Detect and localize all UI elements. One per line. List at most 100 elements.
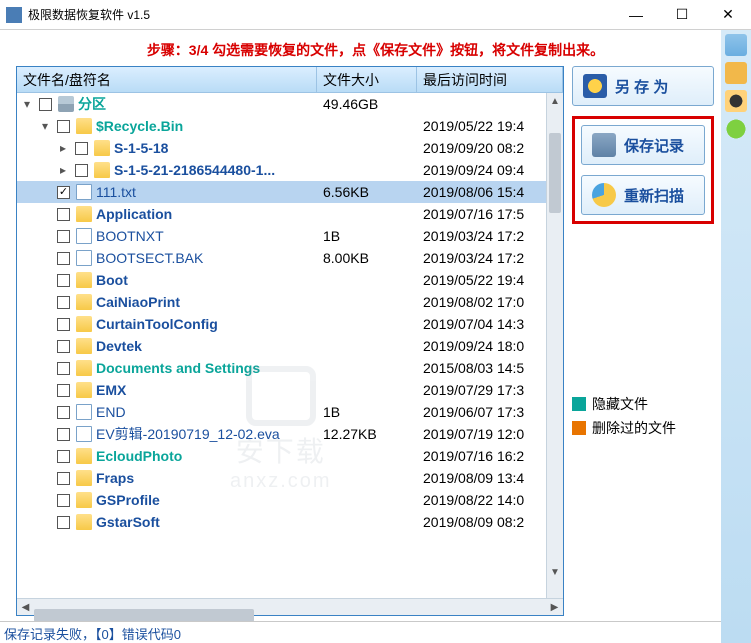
scroll-down-arrow[interactable]: ▼ xyxy=(547,564,563,581)
checkbox[interactable] xyxy=(57,230,70,243)
table-row[interactable]: Boot 2019/05/22 19:4 xyxy=(17,269,563,291)
table-row[interactable]: Fraps2019/08/09 13:4 xyxy=(17,467,563,489)
save-as-label: 另 存 为 xyxy=(615,76,668,97)
table-row[interactable]: Documents and Settings2015/08/03 14:5 xyxy=(17,357,563,379)
checkbox[interactable] xyxy=(75,164,88,177)
checkbox[interactable] xyxy=(57,406,70,419)
table-row[interactable]: BOOTSECT.BAK8.00KB2019/03/24 17:2 xyxy=(17,247,563,269)
folder-icon xyxy=(76,338,92,354)
scroll-thumb[interactable] xyxy=(549,133,561,213)
expander-icon[interactable]: ▸ xyxy=(57,142,69,154)
file-name: S-1-5-18 xyxy=(114,140,168,156)
checkbox[interactable] xyxy=(57,120,70,133)
file-date: 2019/08/09 13:4 xyxy=(417,470,563,486)
checkbox[interactable] xyxy=(57,384,70,397)
checkbox[interactable] xyxy=(57,274,70,287)
expander-icon[interactable]: ▸ xyxy=(57,164,69,176)
file-name: CaiNiaoPrint xyxy=(96,294,180,310)
table-row[interactable]: GstarSoft2019/08/09 08:2 xyxy=(17,511,563,533)
file-date: 2019/08/06 15:4 xyxy=(417,184,563,200)
checkbox[interactable] xyxy=(57,340,70,353)
horizontal-scrollbar[interactable]: ◀ ▶ xyxy=(17,598,563,615)
column-date[interactable]: 最后访问时间 xyxy=(417,67,563,92)
checkbox[interactable] xyxy=(57,472,70,485)
table-row[interactable]: ▸ S-1-5-18 2019/09/20 08:2 xyxy=(17,137,563,159)
scroll-left-arrow[interactable]: ◀ xyxy=(17,602,34,613)
legend-deleted: 删除过的文件 xyxy=(572,418,714,438)
window-buttons: — ☐ ✕ xyxy=(613,0,751,30)
folder-icon xyxy=(76,206,92,222)
table-row[interactable]: ▸S-1-5-21-2186544480-1...2019/09/24 09:4 xyxy=(17,159,563,181)
table-row[interactable]: CaiNiaoPrint2019/08/02 17:0 xyxy=(17,291,563,313)
save-record-button[interactable]: 保存记录 xyxy=(581,125,705,165)
save-as-button[interactable]: 另 存 为 xyxy=(572,66,714,106)
file-date: 2019/03/24 17:2 xyxy=(417,250,563,266)
checkbox[interactable] xyxy=(57,252,70,265)
table-row[interactable]: EMX2019/07/29 17:3 xyxy=(17,379,563,401)
checkbox[interactable] xyxy=(57,428,70,441)
file-name: Boot xyxy=(96,272,128,288)
scroll-right-arrow[interactable]: ▶ xyxy=(546,602,563,613)
checkbox[interactable] xyxy=(57,362,70,375)
checkbox[interactable] xyxy=(57,494,70,507)
folder-icon xyxy=(76,514,92,530)
save-record-label: 保存记录 xyxy=(624,135,684,156)
file-size: 12.27KB xyxy=(317,426,417,442)
legend-hidden: 隐藏文件 xyxy=(572,394,714,414)
file-name: Devtek xyxy=(96,338,142,354)
table-row[interactable]: 111.txt6.56KB2019/08/06 15:4 xyxy=(17,181,563,203)
checkbox[interactable] xyxy=(57,186,70,199)
checkbox[interactable] xyxy=(75,142,88,155)
folder-icon xyxy=(76,492,92,508)
table-row[interactable]: CurtainToolConfig2019/07/04 14:3 xyxy=(17,313,563,335)
file-list-pane: 文件名/盘符名 文件大小 最后访问时间 ▾ 分区 49.46GB ▾$Recycle.… xyxy=(16,66,564,616)
file-date: 2019/09/20 08:2 xyxy=(417,140,563,156)
table-row[interactable]: EV剪辑-20190719_12-02.eva12.27KB2019/07/19… xyxy=(17,423,563,445)
checkbox[interactable] xyxy=(57,318,70,331)
maximize-button[interactable]: ☐ xyxy=(659,0,705,30)
expander-icon[interactable]: ▾ xyxy=(21,98,33,110)
checkbox[interactable] xyxy=(39,98,52,111)
table-row[interactable]: BOOTNXT1B2019/03/24 17:2 xyxy=(17,225,563,247)
column-name[interactable]: 文件名/盘符名 xyxy=(17,67,317,92)
file-name: GSProfile xyxy=(96,492,160,508)
file-icon xyxy=(76,184,92,200)
folder-icon xyxy=(76,294,92,310)
side-icon-1[interactable] xyxy=(725,34,747,56)
file-icon xyxy=(76,250,92,266)
file-date: 2019/05/22 19:4 xyxy=(417,272,563,288)
checkbox[interactable] xyxy=(57,450,70,463)
file-date: 2019/07/19 12:0 xyxy=(417,426,563,442)
file-name: END xyxy=(96,404,126,420)
table-row[interactable]: ▾ 分区 49.46GB xyxy=(17,93,563,115)
file-name: 分区 xyxy=(78,94,106,114)
column-size[interactable]: 文件大小 xyxy=(317,67,417,92)
rescan-icon xyxy=(592,183,616,207)
file-name: EMX xyxy=(96,382,126,398)
file-tree[interactable]: ▾分区49.46GB▾$Recycle.Bin2019/05/22 19:4▸S… xyxy=(17,93,563,598)
table-row[interactable]: ▾$Recycle.Bin2019/05/22 19:4 xyxy=(17,115,563,137)
table-row[interactable]: EcloudPhoto2019/07/16 16:2 xyxy=(17,445,563,467)
file-size: 49.46GB xyxy=(317,96,417,112)
minimize-button[interactable]: — xyxy=(613,0,659,30)
file-date: 2019/09/24 18:0 xyxy=(417,338,563,354)
rescan-button[interactable]: 重新扫描 xyxy=(581,175,705,215)
table-row[interactable]: Devtek 2019/09/24 18:0 xyxy=(17,335,563,357)
checkbox[interactable] xyxy=(57,296,70,309)
expander-icon[interactable]: ▾ xyxy=(39,120,51,132)
scroll-up-arrow[interactable]: ▲ xyxy=(547,93,563,110)
checkbox[interactable] xyxy=(57,208,70,221)
folder-icon xyxy=(76,448,92,464)
table-row[interactable]: GSProfile 2019/08/22 14:0 xyxy=(17,489,563,511)
folder-icon xyxy=(94,162,110,178)
drive-icon xyxy=(58,96,74,112)
close-button[interactable]: ✕ xyxy=(705,0,751,30)
vertical-scrollbar[interactable]: ▲ ▼ xyxy=(546,93,563,598)
file-name: 111.txt xyxy=(96,184,136,200)
checkbox[interactable] xyxy=(57,516,70,529)
table-row[interactable]: Application2019/07/16 17:5 xyxy=(17,203,563,225)
file-date: 2019/09/24 09:4 xyxy=(417,162,563,178)
file-date: 2019/08/22 14:0 xyxy=(417,492,563,508)
file-date: 2015/08/03 14:5 xyxy=(417,360,563,376)
table-row[interactable]: END1B2019/06/07 17:3 xyxy=(17,401,563,423)
